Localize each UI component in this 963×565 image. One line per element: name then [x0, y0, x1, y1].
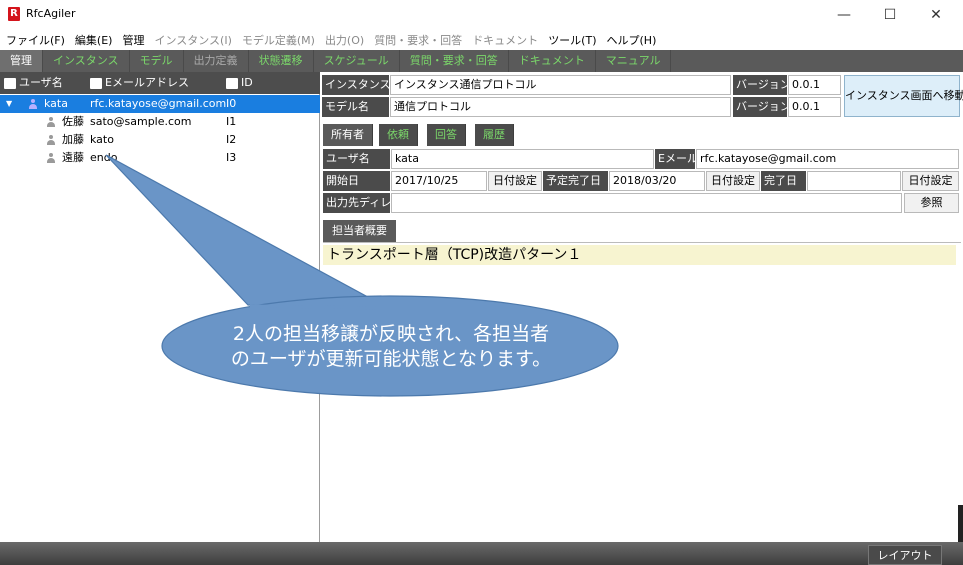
goto-instance-button[interactable]: インスタンス画面へ移動	[844, 75, 963, 117]
app-logo-icon: R	[8, 7, 20, 21]
expand-arrow-icon[interactable]: ▼	[6, 95, 12, 113]
user-name-field[interactable]: kata	[391, 149, 654, 169]
tab-model[interactable]: モデル	[130, 50, 184, 72]
tree-header: ユーザ名 Eメールアドレス ID	[0, 72, 320, 94]
tab-qa[interactable]: 質問・要求・回答	[400, 50, 509, 72]
column-email-header[interactable]: Eメールアドレス	[90, 72, 189, 94]
tab-instance[interactable]: インスタンス	[43, 50, 130, 72]
menu-file[interactable]: ファイル(F)	[6, 32, 65, 48]
tab-owner-overview[interactable]: 担当者概要	[323, 220, 396, 242]
user-icon	[46, 117, 56, 128]
minimize-button[interactable]: —	[821, 0, 867, 30]
start-date-field[interactable]: 2017/10/25	[391, 171, 487, 191]
user-column-icon	[4, 77, 16, 89]
scrollbar-edge	[958, 505, 963, 542]
start-date-set-button[interactable]: 日付設定	[488, 171, 542, 191]
user-icon	[46, 153, 56, 164]
column-id-header[interactable]: ID	[226, 72, 253, 94]
model-name-label: モデル名	[322, 97, 389, 117]
overview-area	[323, 242, 961, 542]
close-button[interactable]: ✕	[913, 0, 959, 30]
menu-help[interactable]: ヘルプ(H)	[607, 32, 657, 48]
menu-admin[interactable]: 管理	[122, 32, 144, 48]
browse-button[interactable]: 参照	[904, 193, 959, 213]
menu-instance[interactable]: インスタンス(I)	[154, 32, 231, 48]
planned-date-field[interactable]: 2018/03/20	[609, 171, 705, 191]
tab-document[interactable]: ドキュメント	[509, 50, 596, 72]
model-name-field[interactable]: 通信プロトコル	[390, 97, 731, 117]
tab-state-transition[interactable]: 状態遷移	[249, 50, 314, 72]
done-date-set-button[interactable]: 日付設定	[902, 171, 959, 191]
tree-row-kata[interactable]: ▼ kata rfc.katayose@gmail.com I0	[0, 95, 320, 113]
id-icon	[226, 77, 238, 89]
window-title: RfcAgiler	[26, 7, 76, 20]
callout-text: 2人の担当移譲が反映され、各担当者 のユーザが更新可能状態となります。	[165, 322, 617, 372]
user-name-label: ユーザ名	[323, 149, 390, 169]
instance-version-label: バージョン	[733, 75, 787, 95]
title-bar: R RfcAgiler — ☐ ✕	[0, 0, 963, 30]
user-tree-panel: ユーザ名 Eメールアドレス ID ▼ kata rfc.katayose@gma…	[0, 72, 320, 542]
status-bar	[0, 542, 963, 565]
model-version-label: バージョン	[733, 97, 787, 117]
maximize-button[interactable]: ☐	[867, 0, 913, 30]
user-icon	[46, 135, 56, 146]
instance-version-field[interactable]: 0.0.1	[788, 75, 841, 95]
detail-panel: インスタンス名 インスタンス通信プロトコル バージョン 0.0.1 モデル名 通…	[321, 72, 963, 542]
callout-line-1: 2人の担当移譲が反映され、各担当者	[232, 323, 550, 345]
start-date-label: 開始日	[323, 171, 390, 191]
layout-button[interactable]: レイアウト	[868, 545, 942, 565]
output-dir-label: 出力先ディレ	[323, 193, 390, 213]
tab-request[interactable]: 依頼	[379, 124, 418, 146]
done-date-label: 完了日	[761, 171, 806, 191]
tree-row-endo[interactable]: 遠藤 endo I3	[0, 149, 320, 167]
overview-text[interactable]: トランスポート層（TCP)改造パターン１	[323, 245, 956, 265]
menu-model-def[interactable]: モデル定義(M)	[242, 32, 315, 48]
planned-date-label: 予定完了日	[543, 171, 608, 191]
menu-bar: ファイル(F) 編集(E) 管理 インスタンス(I) モデル定義(M) 出力(O…	[0, 30, 963, 50]
done-date-field[interactable]	[807, 171, 901, 191]
tab-schedule[interactable]: スケジュール	[314, 50, 400, 72]
menu-edit[interactable]: 編集(E)	[75, 32, 113, 48]
menu-qa[interactable]: 質問・要求・回答	[374, 32, 462, 48]
tab-owner[interactable]: 所有者	[323, 124, 373, 146]
tab-history[interactable]: 履歴	[475, 124, 514, 146]
menu-tools[interactable]: ツール(T)	[548, 32, 596, 48]
instance-name-label: インスタンス名	[322, 75, 389, 95]
mail-icon	[90, 77, 102, 89]
main-tab-strip: 管理 インスタンス モデル 出力定義 状態遷移 スケジュール 質問・要求・回答 …	[0, 50, 963, 72]
model-version-field[interactable]: 0.0.1	[788, 97, 841, 117]
tree-row-kato[interactable]: 加藤 kato I2	[0, 131, 320, 149]
column-user-header[interactable]: ユーザ名	[4, 72, 63, 94]
tab-manual[interactable]: マニュアル	[596, 50, 672, 72]
tab-admin[interactable]: 管理	[0, 50, 43, 72]
tab-output-def[interactable]: 出力定義	[184, 50, 249, 72]
instance-name-field[interactable]: インスタンス通信プロトコル	[390, 75, 731, 95]
callout-line-2: のユーザが更新可能状態となります。	[230, 348, 552, 370]
output-dir-field[interactable]	[391, 193, 902, 213]
planned-date-set-button[interactable]: 日付設定	[706, 171, 760, 191]
user-icon	[28, 99, 38, 110]
tab-answer[interactable]: 回答	[427, 124, 466, 146]
menu-output[interactable]: 出力(O)	[325, 32, 364, 48]
email-label: Eメール	[655, 149, 695, 169]
tree-row-sato[interactable]: 佐藤 sato@sample.com I1	[0, 113, 320, 131]
email-field[interactable]: rfc.katayose@gmail.com	[696, 149, 959, 169]
menu-document[interactable]: ドキュメント	[472, 32, 538, 48]
